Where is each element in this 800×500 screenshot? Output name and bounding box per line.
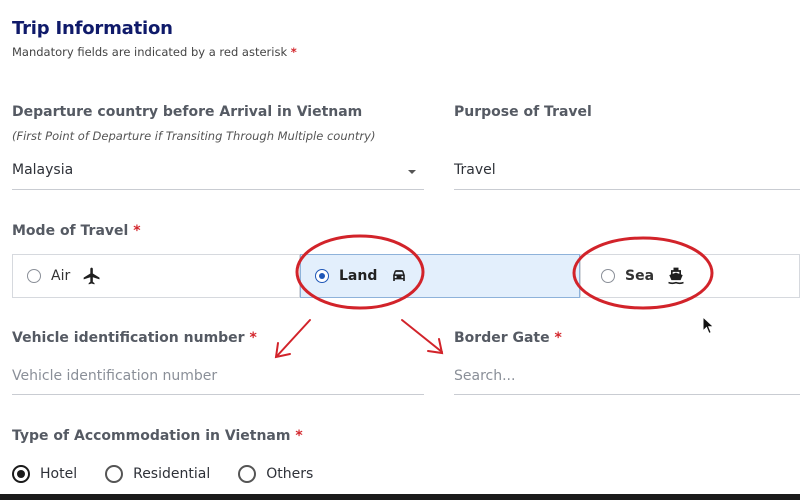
border-underline	[454, 394, 800, 395]
sea-radio[interactable]	[601, 269, 615, 283]
accommodation-options: Hotel Residential Others	[12, 465, 313, 483]
departure-underline	[12, 189, 424, 190]
others-label: Others	[266, 466, 314, 482]
departure-country-label: Departure country before Arrival in Viet…	[12, 104, 363, 120]
arrow-to-vehicle-annotation	[274, 319, 311, 359]
purpose-of-travel-label: Purpose of Travel	[454, 104, 592, 120]
accommodation-label: Type of Accommodation in Vietnam *	[12, 428, 303, 444]
required-asterisk: *	[290, 45, 297, 59]
ship-icon	[666, 266, 686, 286]
air-label: Air	[51, 268, 71, 284]
departure-country-select[interactable]: Malaysia	[12, 154, 424, 190]
car-icon	[389, 266, 409, 286]
land-radio[interactable]	[315, 269, 329, 283]
border-gate-label: Border Gate *	[454, 330, 562, 346]
mode-of-travel-label: Mode of Travel *	[12, 223, 141, 239]
mandatory-note: Mandatory fields are indicated by a red …	[12, 45, 297, 59]
accommodation-label-text: Type of Accommodation in Vietnam	[12, 428, 291, 444]
required-asterisk: *	[554, 330, 562, 346]
required-asterisk: *	[133, 223, 141, 239]
page-title: Trip Information	[12, 18, 173, 39]
departure-country-value: Malaysia	[12, 162, 74, 178]
air-radio[interactable]	[27, 269, 41, 283]
departure-country-hint: (First Point of Departure if Transiting …	[12, 129, 376, 143]
required-asterisk: *	[295, 428, 303, 444]
screen-bottom-edge	[0, 494, 800, 500]
border-gate-placeholder: Search...	[454, 368, 516, 384]
mode-option-land[interactable]: Land	[300, 254, 580, 298]
purpose-of-travel-value: Travel	[454, 162, 496, 178]
purpose-of-travel-field[interactable]: Travel	[454, 154, 800, 190]
border-gate-search-input[interactable]: Search...	[454, 360, 800, 396]
border-gate-label-text: Border Gate	[454, 330, 550, 346]
airplane-icon	[82, 266, 102, 286]
mode-of-travel-label-text: Mode of Travel	[12, 223, 129, 239]
required-asterisk: *	[249, 330, 257, 346]
purpose-underline	[454, 189, 800, 190]
vehicle-underline	[12, 394, 424, 395]
land-label: Land	[339, 268, 378, 284]
hotel-label: Hotel	[40, 466, 78, 482]
mandatory-note-text: Mandatory fields are indicated by a red …	[12, 45, 288, 59]
vehicle-id-label-text: Vehicle identification number	[12, 330, 245, 346]
vehicle-id-label: Vehicle identification number *	[12, 330, 257, 346]
chevron-down-icon	[408, 170, 416, 174]
sea-label: Sea	[625, 268, 655, 284]
residential-label: Residential	[133, 466, 211, 482]
hotel-radio[interactable]	[12, 465, 30, 483]
mode-option-air[interactable]: Air	[12, 254, 300, 298]
mouse-cursor-icon	[702, 315, 716, 340]
others-radio[interactable]	[238, 465, 257, 483]
mode-option-sea[interactable]: Sea	[580, 254, 800, 298]
red-annotation-overlay	[0, 0, 800, 500]
residential-radio[interactable]	[105, 465, 124, 483]
vehicle-id-placeholder: Vehicle identification number	[12, 368, 218, 384]
arrow-to-border-annotation	[401, 319, 444, 355]
vehicle-id-input[interactable]: Vehicle identification number	[12, 360, 424, 396]
